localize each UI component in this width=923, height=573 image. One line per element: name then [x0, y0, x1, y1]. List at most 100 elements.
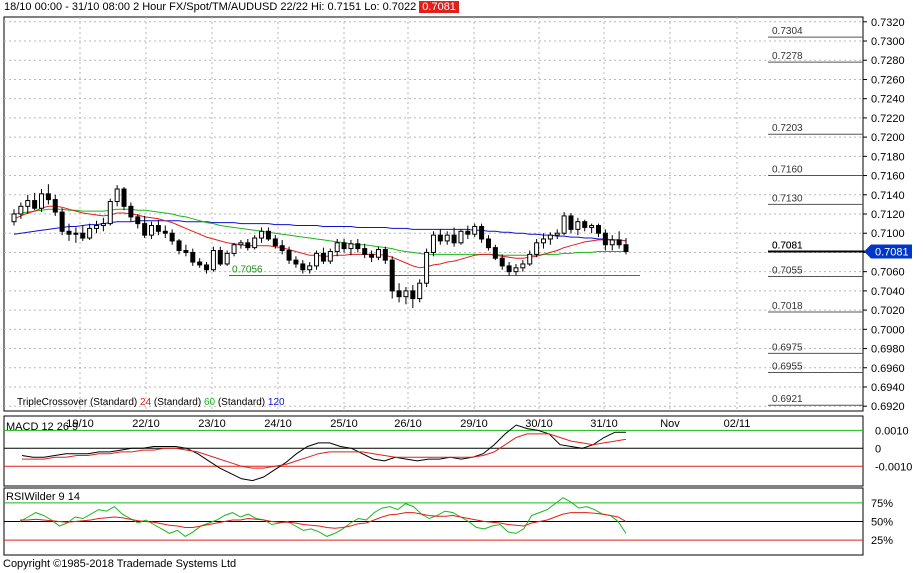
candle-body [499, 257, 505, 267]
candle-body [589, 225, 595, 228]
candle [169, 229, 175, 245]
candle [190, 248, 196, 266]
price-level-label: 0.7055 [772, 265, 803, 276]
candle [616, 231, 622, 249]
candle-body [451, 234, 457, 244]
candle-body [52, 199, 58, 213]
y-tick-label: 0.6940 [871, 382, 905, 394]
y-tick-label: 0.7280 [871, 55, 905, 67]
candle-body [320, 252, 326, 262]
candle-body [575, 221, 581, 230]
candle [437, 229, 443, 245]
candle-body [121, 188, 127, 207]
candle-body [472, 225, 478, 235]
chart-canvas[interactable]: 19/10 22/10 23/10 24/10 25/10 26/10 29/10 30/10… [0, 0, 923, 573]
candle [341, 238, 347, 253]
candle [210, 246, 216, 272]
x-tick-label: 22/10 [132, 418, 160, 430]
candle [183, 244, 189, 257]
candle-body [18, 205, 24, 215]
candle-body [94, 225, 100, 229]
candle [128, 202, 134, 222]
candle [410, 285, 416, 309]
candle-body [561, 215, 567, 234]
support-line-label: 0.7056 [232, 265, 263, 276]
candle [417, 279, 423, 303]
y-tick-label: 0.6920 [871, 401, 905, 413]
price-level-label: 0.7304 [772, 26, 803, 37]
candle [479, 223, 485, 243]
price-level-label: 0.7278 [772, 51, 803, 62]
candle [11, 209, 17, 226]
candle [59, 208, 65, 236]
candle-body [204, 264, 210, 271]
candle [238, 239, 244, 249]
candle-body [231, 244, 237, 254]
candle-body [114, 188, 120, 203]
candle [506, 262, 512, 276]
candle [293, 256, 299, 268]
candle [73, 227, 79, 243]
rsi-tick-label: 75% [871, 498, 893, 510]
candle-body [568, 215, 574, 230]
candle [458, 229, 464, 245]
candle-body [616, 239, 622, 246]
y-tick-label: 0.7120 [871, 209, 905, 221]
candle-body [286, 250, 292, 261]
candle-body [128, 205, 134, 218]
copyright: Copyright ©1985-2018 Trademade Systems L… [3, 558, 237, 570]
last-price-level-label: 0.7081 [772, 240, 803, 251]
x-tick-label: 30/10 [525, 418, 553, 430]
candle [451, 227, 457, 247]
macd-tick-label: 0.0010 [875, 425, 909, 437]
y-tick-label: 0.6960 [871, 363, 905, 375]
candle-body [527, 253, 533, 265]
y-tick-label: 0.7180 [871, 151, 905, 163]
candle-body [162, 230, 168, 234]
candle [403, 287, 409, 305]
candle-body [355, 243, 361, 250]
candle-body [176, 240, 182, 252]
rsi-series-line [20, 512, 627, 529]
x-tick-label: 29/10 [460, 418, 488, 430]
candle-body [107, 201, 113, 225]
candle [589, 223, 595, 234]
y-tick-label: 0.7300 [871, 36, 905, 48]
candle [142, 215, 148, 239]
price-level-label: 0.6955 [772, 362, 803, 373]
candle-body [540, 238, 546, 244]
candle-body [59, 211, 65, 232]
candle-body [217, 250, 223, 265]
candle [424, 248, 430, 288]
candle [100, 217, 106, 232]
candle-body [479, 225, 485, 240]
candle-body [554, 232, 560, 236]
candle [231, 242, 237, 257]
candle [314, 250, 320, 270]
price-level-label: 0.6975 [772, 342, 803, 353]
candle-body [183, 250, 189, 253]
candle-body [485, 238, 491, 249]
candle-body [169, 232, 175, 242]
y-tick-label: 0.7060 [871, 267, 905, 279]
candle [149, 221, 155, 239]
candle-body [437, 234, 443, 242]
candle [135, 214, 141, 229]
candle-body [430, 234, 436, 253]
candle [513, 263, 519, 276]
rsi-tick-label: 25% [871, 535, 893, 547]
candle-body [375, 249, 381, 258]
candle-body [458, 230, 464, 244]
y-tick-label: 0.7000 [871, 324, 905, 336]
indicator-legend-part: (Standard) [151, 397, 204, 408]
candle-body [149, 225, 155, 236]
y-tick-label: 0.7160 [871, 171, 905, 183]
candle [80, 225, 86, 241]
candle [197, 258, 203, 268]
candle [94, 220, 100, 234]
candle [348, 239, 354, 256]
candle-body [348, 243, 354, 250]
ma24-line [13, 205, 627, 269]
candle [382, 246, 388, 264]
x-tick-label: 31/10 [590, 418, 618, 430]
